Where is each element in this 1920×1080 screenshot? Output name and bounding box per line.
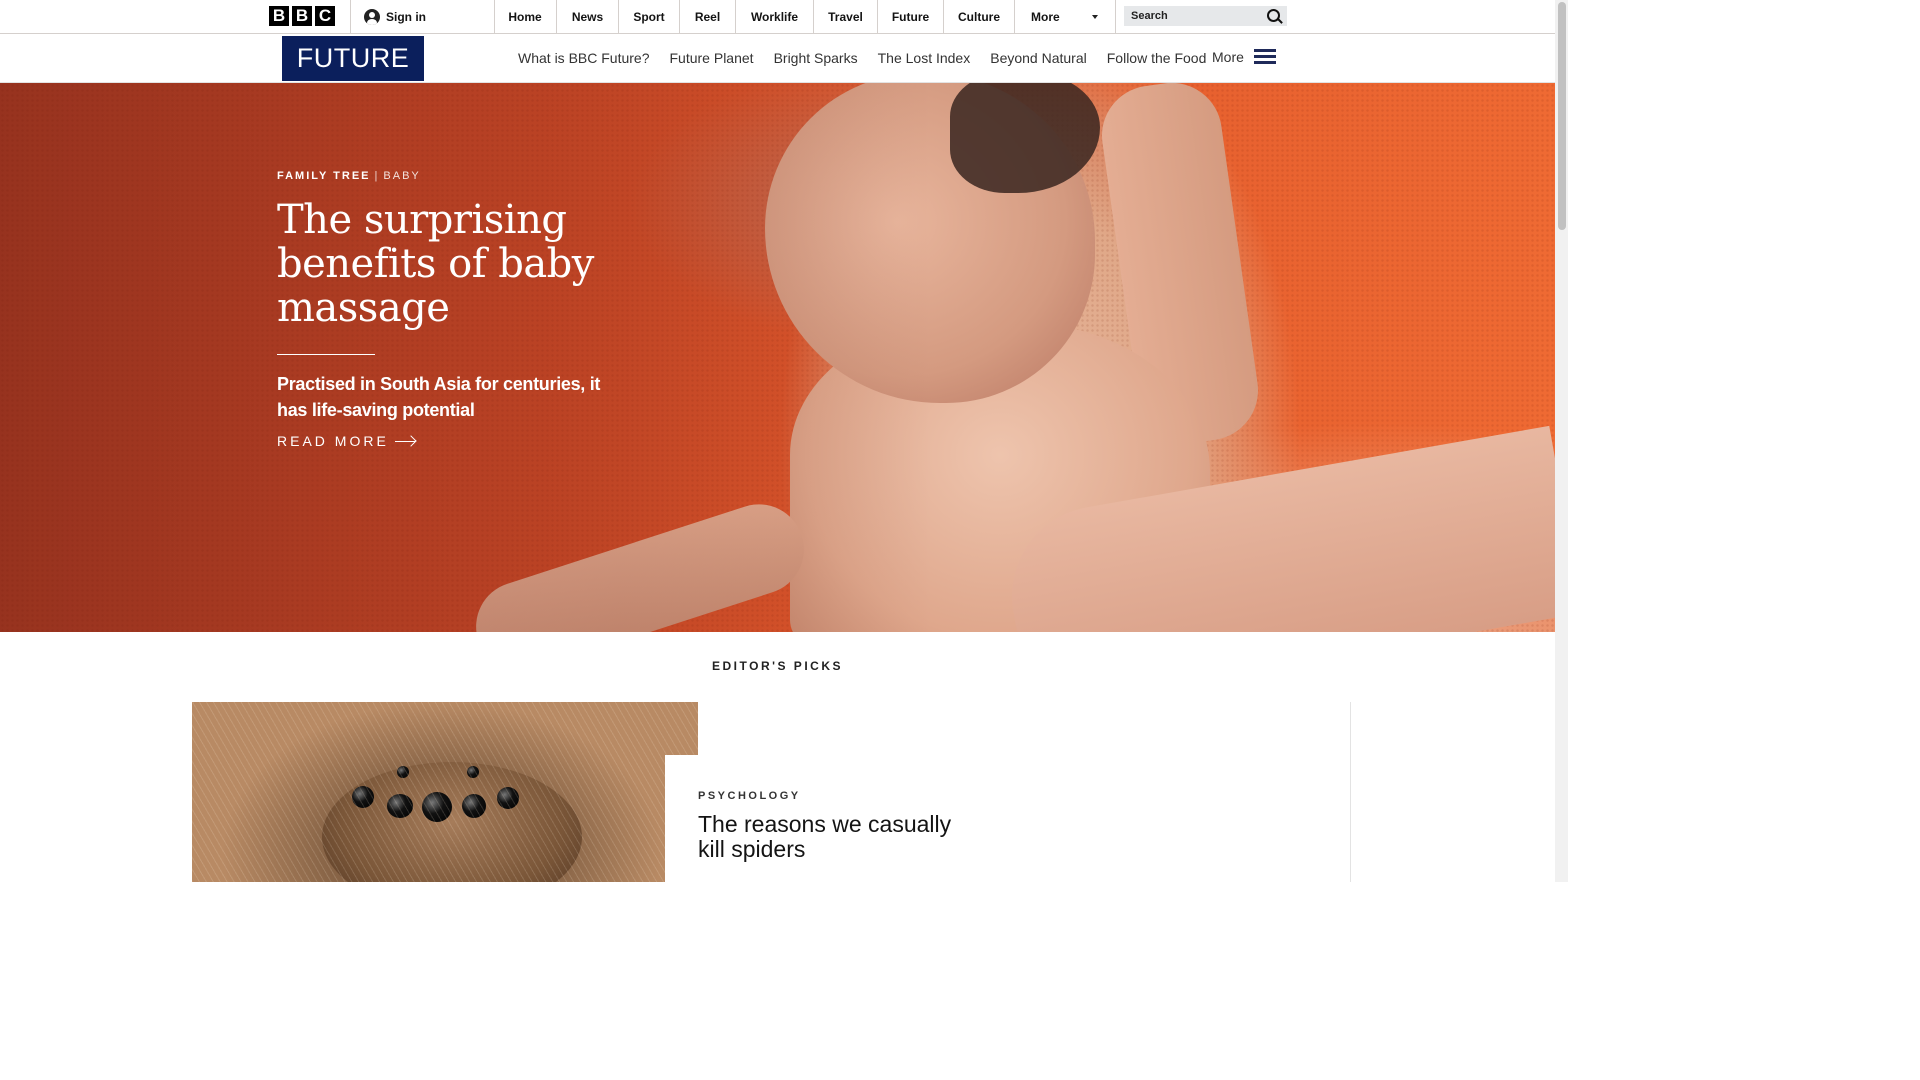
hero-summary: Practised in South Asia for centuries, i…	[277, 374, 601, 420]
bbc-logo-letter: C	[315, 6, 335, 26]
global-navigation-bar: B B C Sign in Home News Sport Reel Workl…	[0, 0, 1555, 34]
bbc-logo-letter: B	[292, 6, 312, 26]
sign-in-button[interactable]: Sign in	[350, 0, 495, 33]
nav-future[interactable]: Future	[878, 0, 944, 33]
nav-more-dropdown[interactable]: More	[1015, 0, 1116, 33]
section-link-bright-sparks[interactable]: Bright Sparks	[774, 50, 858, 66]
section-more-menu-button[interactable]: More	[1212, 49, 1276, 65]
hero-kicker: FAMILY TREE | BABY	[277, 170, 657, 182]
user-icon	[364, 8, 380, 25]
chevron-down-icon	[1092, 15, 1098, 19]
hero-banner[interactable]: FAMILY TREE | BABY The surprising benefits…	[0, 83, 1555, 632]
section-link-beyond-natural[interactable]: Beyond Natural	[990, 50, 1087, 66]
bbc-logo-letter: B	[269, 6, 289, 26]
scrollbar-thumb[interactable]	[1558, 2, 1566, 230]
page-scrollbar[interactable]	[1555, 0, 1568, 882]
section-link-what-is-bbc-future[interactable]: What is BBC Future?	[518, 50, 650, 66]
nav-news[interactable]: News	[557, 0, 619, 33]
nav-culture[interactable]: Culture	[944, 0, 1015, 33]
hero-kicker-sub[interactable]: BABY	[383, 170, 420, 182]
menu-icon	[1253, 49, 1276, 65]
pick-headline[interactable]: The reasons we casually kill spiders	[698, 812, 958, 862]
sign-in-label: Sign in	[386, 9, 426, 24]
nav-more-label: More	[1031, 9, 1060, 24]
nav-home[interactable]: Home	[494, 0, 557, 33]
section-navigation: FUTURE What is BBC Future? Future Planet…	[0, 34, 1555, 83]
global-nav-links: Home News Sport Reel Worklife Travel Fut…	[494, 0, 1116, 33]
kicker-separator: |	[374, 170, 380, 182]
search-input[interactable]	[1129, 9, 1263, 23]
read-more-link[interactable]: READ MORE	[277, 433, 657, 449]
section-links: What is BBC Future? Future Planet Bright…	[518, 34, 1226, 82]
search-box	[1124, 6, 1287, 26]
future-logo[interactable]: FUTURE	[282, 36, 424, 81]
read-more-label: READ MORE	[277, 433, 389, 449]
column-divider	[1350, 702, 1351, 882]
section-link-future-planet[interactable]: Future Planet	[670, 50, 754, 66]
editors-picks-heading: EDITOR'S PICKS	[712, 659, 843, 673]
section-link-lost-index[interactable]: The Lost Index	[878, 50, 971, 66]
nav-travel[interactable]: Travel	[814, 0, 878, 33]
arrow-right-icon	[394, 440, 415, 442]
hero-headline[interactable]: The surprising benefits of baby massage	[277, 198, 657, 330]
nav-reel[interactable]: Reel	[680, 0, 736, 33]
nav-worklife[interactable]: Worklife	[736, 0, 814, 33]
hero-divider	[277, 354, 375, 355]
pick-image-spider[interactable]	[192, 702, 698, 882]
hero-kicker-label[interactable]: FAMILY TREE	[277, 170, 371, 182]
section-more-label: More	[1212, 49, 1244, 65]
search-icon[interactable]	[1267, 9, 1280, 22]
hero-text-block: FAMILY TREE | BABY The surprising benefits…	[277, 170, 657, 449]
pick-category[interactable]: PSYCHOLOGY	[698, 790, 801, 802]
section-link-follow-the-food[interactable]: Follow the Food	[1107, 50, 1207, 66]
bbc-logo[interactable]: B B C	[269, 6, 335, 26]
nav-sport[interactable]: Sport	[619, 0, 680, 33]
